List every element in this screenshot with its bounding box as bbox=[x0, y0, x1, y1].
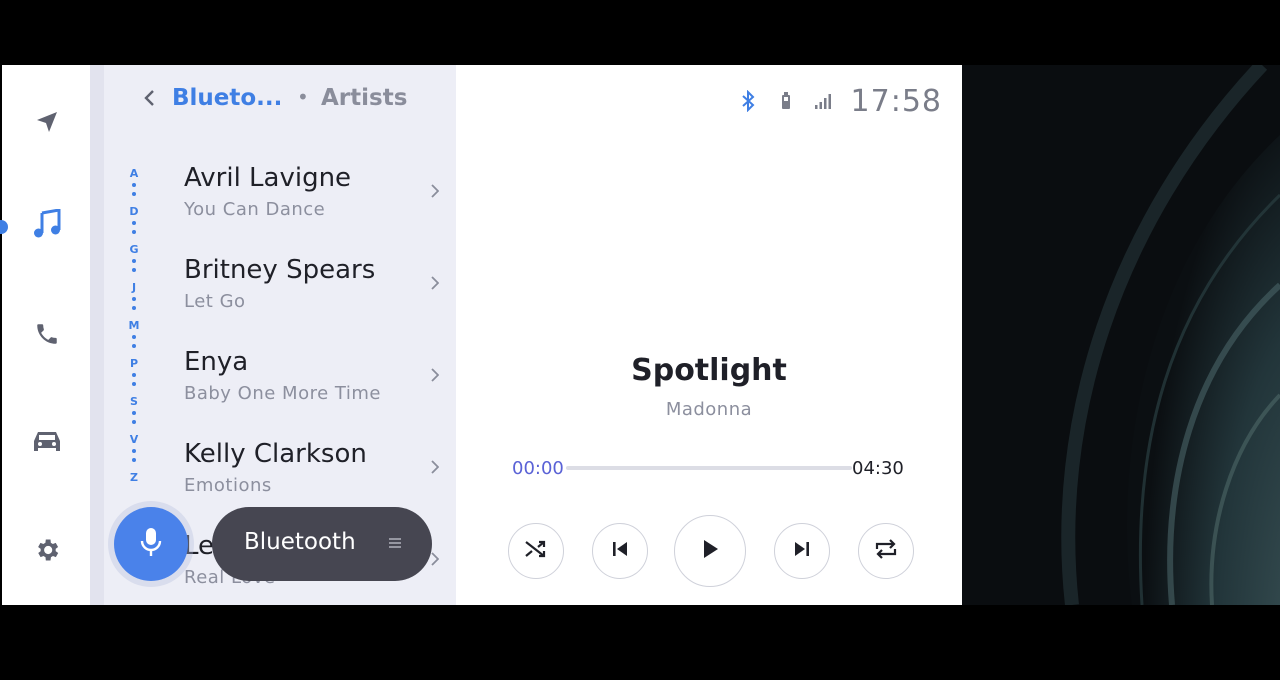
clock: 17:58 bbox=[850, 83, 942, 119]
play-button[interactable] bbox=[674, 515, 746, 587]
letterbox-bottom bbox=[0, 605, 1280, 680]
shuffle-button[interactable] bbox=[508, 523, 564, 579]
index-letter[interactable]: S bbox=[126, 395, 142, 408]
nav-item-media[interactable] bbox=[30, 208, 64, 243]
breadcrumb-source[interactable]: Blueto... bbox=[172, 85, 282, 111]
list-header: Blueto... • Artists bbox=[104, 65, 456, 137]
active-indicator bbox=[0, 220, 8, 234]
menu-icon bbox=[388, 533, 402, 553]
next-track-button[interactable] bbox=[774, 523, 830, 579]
elapsed-time: 00:00 bbox=[512, 458, 564, 479]
index-dots bbox=[132, 411, 136, 429]
repeat-icon bbox=[873, 538, 899, 564]
index-letter[interactable]: P bbox=[126, 357, 142, 370]
audio-source-label: Bluetooth bbox=[244, 529, 356, 555]
gear-icon bbox=[33, 536, 61, 568]
index-dots bbox=[132, 183, 136, 201]
back-button[interactable] bbox=[138, 89, 160, 111]
index-dots bbox=[132, 449, 136, 467]
breadcrumb-separator: • bbox=[297, 85, 309, 109]
nav-item-phone[interactable] bbox=[30, 319, 64, 353]
artist-row[interactable]: Enya Baby One More Time bbox=[174, 347, 454, 439]
artist-name: Avril Lavigne bbox=[184, 163, 352, 193]
previous-track-button[interactable] bbox=[592, 523, 648, 579]
index-letter[interactable]: M bbox=[126, 319, 142, 332]
play-icon bbox=[700, 538, 720, 564]
artist-name: Britney Spears bbox=[184, 255, 376, 285]
voice-assistant-button[interactable] bbox=[114, 507, 188, 581]
bluetooth-icon bbox=[737, 90, 759, 112]
music-note-icon bbox=[33, 208, 61, 243]
letterbox-top bbox=[0, 0, 1280, 65]
nav-rail bbox=[0, 65, 90, 605]
artist-name: Enya bbox=[184, 347, 249, 377]
car-icon bbox=[32, 429, 62, 459]
signal-icon bbox=[813, 90, 835, 112]
status-bar: 17:58 bbox=[737, 83, 942, 119]
alphabet-index[interactable]: A D G J M P S V Z bbox=[126, 167, 142, 487]
total-duration: 04:30 bbox=[852, 458, 904, 479]
battery-icon bbox=[775, 90, 797, 112]
page-title: Artists bbox=[321, 85, 408, 111]
chevron-right-icon bbox=[428, 365, 442, 385]
progress-bar[interactable] bbox=[566, 466, 852, 470]
index-letter[interactable]: J bbox=[126, 281, 142, 294]
index-dots bbox=[132, 335, 136, 353]
artist-subtitle: Let Go bbox=[184, 291, 246, 312]
chevron-right-icon bbox=[428, 181, 442, 201]
artist-row[interactable]: Avril Lavigne You Can Dance bbox=[174, 163, 454, 255]
artist-name: Kelly Clarkson bbox=[184, 439, 367, 469]
index-letter[interactable]: D bbox=[126, 205, 142, 218]
phone-icon bbox=[34, 321, 60, 351]
chevron-right-icon bbox=[428, 273, 442, 293]
nav-item-settings[interactable] bbox=[30, 535, 64, 569]
index-dots bbox=[132, 297, 136, 315]
nav-item-vehicle[interactable] bbox=[30, 427, 64, 461]
chevron-left-icon bbox=[143, 89, 155, 111]
repeat-button[interactable] bbox=[858, 523, 914, 579]
index-letter[interactable]: Z bbox=[126, 471, 142, 484]
chevron-right-icon bbox=[428, 457, 442, 477]
skip-next-icon bbox=[793, 540, 811, 562]
artist-row[interactable]: Britney Spears Let Go bbox=[174, 255, 454, 347]
index-dots bbox=[132, 221, 136, 239]
index-letter[interactable]: G bbox=[126, 243, 142, 256]
artist-subtitle: Baby One More Time bbox=[184, 383, 381, 404]
track-title: Spotlight bbox=[631, 353, 787, 388]
artist-name: Le bbox=[184, 531, 215, 561]
microphone-icon bbox=[140, 527, 162, 561]
artist-subtitle: You Can Dance bbox=[184, 199, 326, 220]
index-letter[interactable]: A bbox=[126, 167, 142, 180]
artist-subtitle: Emotions bbox=[184, 475, 272, 496]
index-dots bbox=[132, 373, 136, 391]
track-artist: Madonna bbox=[665, 399, 753, 420]
nav-item-navigation[interactable] bbox=[30, 107, 64, 141]
audio-source-button[interactable]: Bluetooth bbox=[212, 507, 432, 581]
skip-previous-icon bbox=[611, 540, 629, 562]
shuffle-icon bbox=[524, 538, 548, 564]
now-playing-panel: 17:58 Spotlight Madonna 00:00 04:30 bbox=[456, 65, 962, 605]
navigation-arrow-icon bbox=[35, 110, 59, 138]
infotainment-screen: Blueto... • Artists A D G J M P S V Z Av… bbox=[0, 65, 1280, 605]
album-art bbox=[962, 65, 1280, 605]
index-letter[interactable]: V bbox=[126, 433, 142, 446]
index-dots bbox=[132, 259, 136, 277]
